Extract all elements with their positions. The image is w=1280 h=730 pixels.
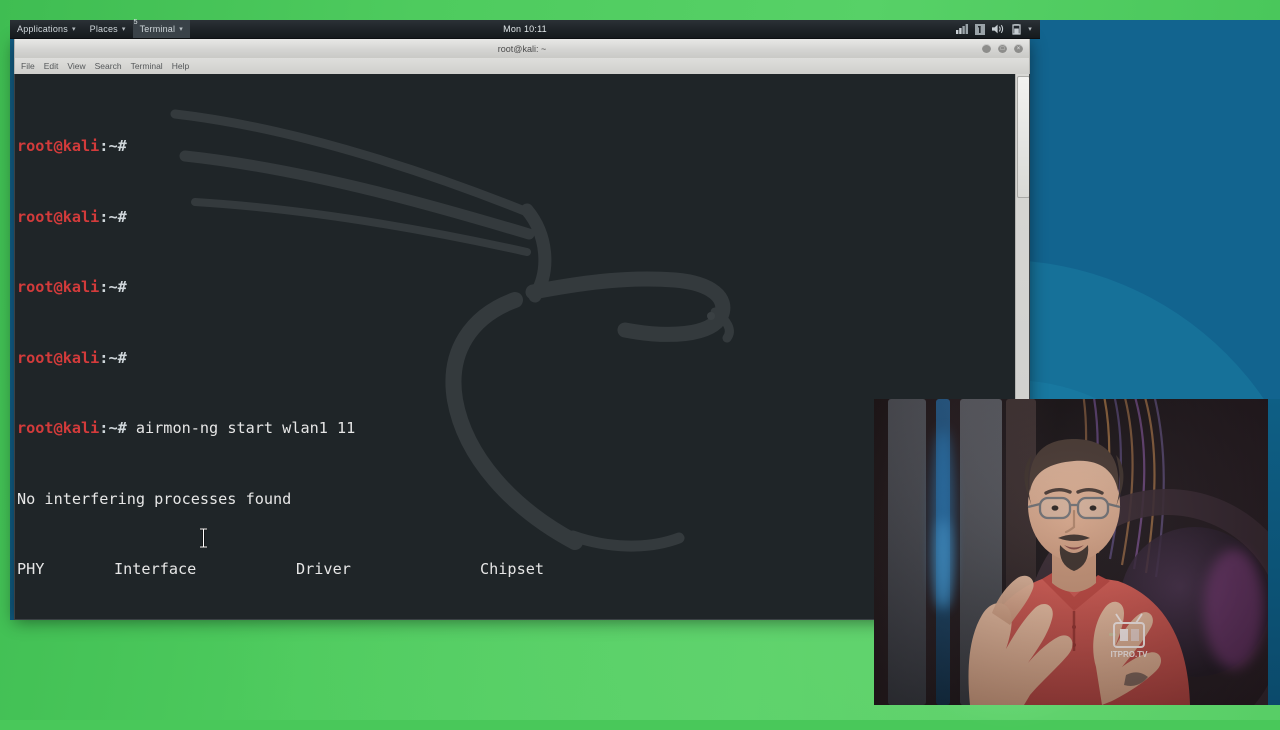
places-menu-label: Places	[89, 24, 118, 34]
menu-edit[interactable]: Edit	[44, 61, 59, 71]
shell-prompt-path: :~#	[99, 419, 127, 437]
shell-prompt-user: root@kali	[17, 137, 100, 155]
system-tray: ▾	[956, 23, 1040, 35]
wallpaper-right-edge	[1268, 399, 1280, 705]
shell-prompt-user: root@kali	[17, 348, 100, 367]
svg-text:ITPRO.TV: ITPRO.TV	[1111, 650, 1149, 659]
col-chipset: Chipset	[480, 560, 545, 578]
shell-prompt-path: :~#	[99, 278, 127, 296]
terminal-window-label: Terminal	[139, 24, 176, 34]
applications-menu-label: Applications	[17, 24, 68, 34]
gnome-top-panel: Applications ▾ Places ▾ 5 Terminal ▾ Mon…	[10, 19, 1040, 39]
close-glyph: ×	[1016, 45, 1021, 52]
shell-prompt-user: root@kali	[17, 278, 100, 296]
places-menu[interactable]: Places ▾	[83, 20, 133, 38]
battery-icon[interactable]	[1012, 23, 1021, 35]
window-list-item-terminal[interactable]: 5 Terminal ▾	[132, 19, 190, 38]
terminal-output: No interfering processes found	[17, 489, 292, 508]
shell-prompt-user: root@kali	[17, 207, 100, 226]
terminal-line: root@kali:~#	[17, 276, 1029, 300]
maximize-button[interactable]: □	[998, 44, 1007, 53]
system-menu-caret-icon[interactable]: ▾	[1028, 25, 1032, 33]
window-controls: □ ×	[982, 39, 1023, 58]
terminal-line: root@kali:~#	[17, 347, 1029, 371]
terminal-line: root@kali:~#	[17, 206, 1029, 230]
chevron-down-icon: ▾	[121, 26, 126, 33]
shell-prompt-path: :~#	[99, 348, 127, 367]
chevron-down-icon: ▾	[179, 26, 183, 33]
shell-prompt-path: :~#	[99, 207, 127, 226]
applications-menu[interactable]: Applications ▾	[10, 20, 83, 38]
menu-view[interactable]: View	[67, 61, 85, 71]
window-title: root@kali: ~	[497, 43, 547, 54]
shell-prompt-path: :~#	[99, 137, 127, 155]
presenter-figure: ITPRO.TV	[968, 439, 1190, 705]
window-title-bar[interactable]: root@kali: ~ □ ×	[14, 38, 1030, 58]
presenter-video-overlay[interactable]: ITPRO.TV	[874, 399, 1268, 705]
menu-help[interactable]: Help	[172, 61, 189, 71]
col-phy: PHY	[17, 560, 45, 578]
menu-search[interactable]: Search	[95, 61, 122, 71]
terminal-window-count: 5	[133, 19, 138, 26]
menu-file[interactable]: File	[21, 61, 35, 71]
volume-icon[interactable]	[992, 24, 1005, 34]
minimize-button[interactable]	[982, 44, 991, 53]
terminal-line: root@kali:~#	[17, 135, 1029, 159]
maximize-glyph: □	[1000, 45, 1005, 52]
close-button[interactable]: ×	[1014, 44, 1023, 53]
terminal-menu-bar: File Edit View Search Terminal Help	[14, 58, 1030, 74]
chevron-down-icon: ▾	[71, 26, 76, 33]
col-interface: Interface	[114, 560, 197, 578]
col-driver: Driver	[296, 560, 351, 578]
shell-prompt-user: root@kali	[17, 419, 100, 437]
keyboard-indicator-icon[interactable]	[975, 23, 986, 35]
terminal-command: airmon-ng start wlan1 11	[126, 419, 356, 437]
scrollbar-thumb[interactable]	[1017, 76, 1029, 198]
network-icon[interactable]	[956, 24, 969, 34]
menu-terminal[interactable]: Terminal	[131, 61, 163, 71]
